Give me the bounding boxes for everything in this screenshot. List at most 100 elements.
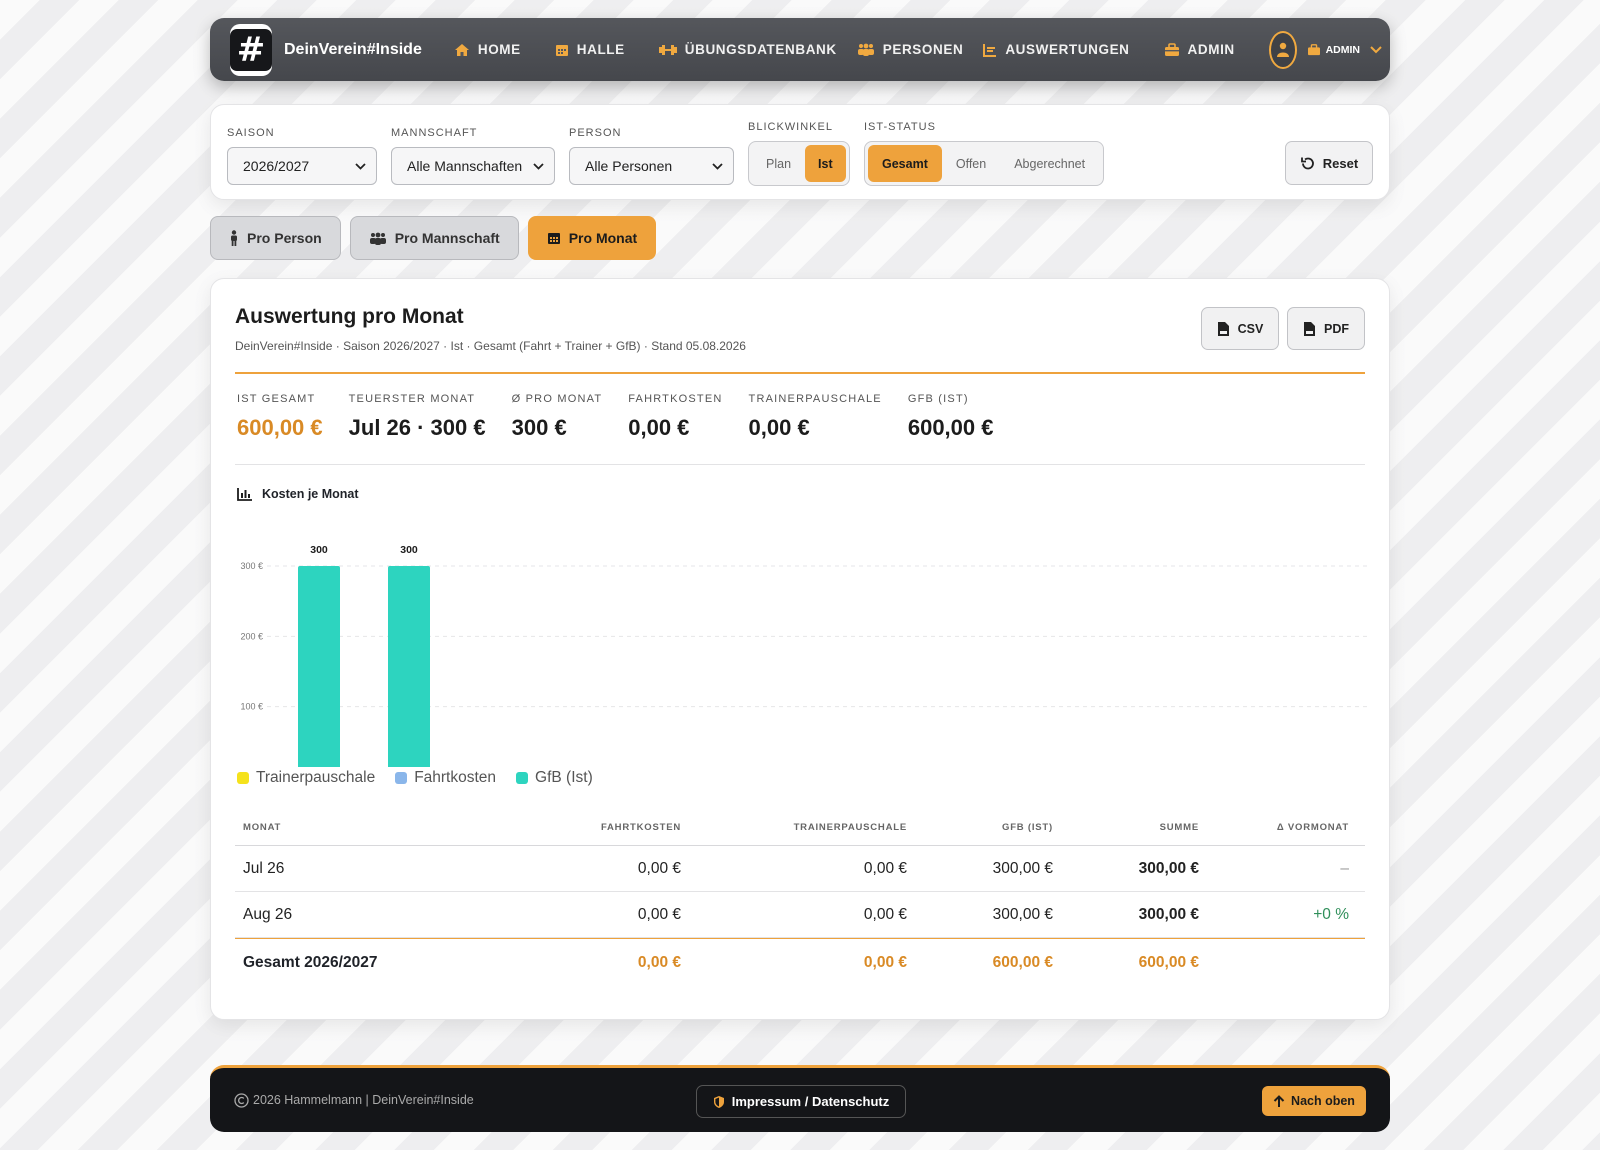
chart-heading: Kosten je Monat: [237, 487, 359, 501]
table-row: Jul 26 0,00 € 0,00 € 300,00 € 300,00 € –: [235, 846, 1365, 892]
ist-status-label: IST-STATUS: [864, 121, 936, 133]
kpi-value: 300 €: [511, 415, 567, 440]
export-csv-label: CSV: [1237, 321, 1264, 336]
bar: [388, 566, 430, 767]
status-gesamt-option[interactable]: Gesamt: [868, 145, 942, 182]
nav-item-uebungsdatenbank[interactable]: ÜBUNGSDATENBANK: [658, 42, 837, 57]
table-cell: 0,00 €: [637, 905, 681, 923]
table-cell: +0 %: [1313, 905, 1349, 923]
nav-item-label: PERSONEN: [882, 42, 964, 57]
reset-button[interactable]: Reset: [1285, 141, 1373, 185]
legend-item-gfb-ist[interactable]: GfB (Ist): [516, 769, 593, 787]
column-header[interactable]: MONAT: [235, 822, 487, 833]
blickwinkel-plan-option[interactable]: Plan: [752, 145, 805, 182]
export-pdf-label: PDF: [1324, 321, 1349, 336]
mannschaft-select[interactable]: Alle Mannschaften: [391, 147, 555, 185]
column-header[interactable]: GFB (IST): [907, 822, 1053, 833]
status-offen-option[interactable]: Offen: [942, 145, 1000, 182]
person-label: PERSON: [569, 127, 622, 139]
back-to-top-button[interactable]: Nach oben: [1262, 1086, 1366, 1116]
chart-title: Kosten je Monat: [262, 487, 359, 501]
chart-legend: Trainerpauschale Fahrtkosten GfB (Ist): [237, 769, 613, 787]
nav-item-label: HALLE: [576, 42, 625, 57]
reset-label: Reset: [1322, 155, 1359, 171]
kpi-label: IST GESAMT: [237, 393, 316, 405]
dumbbell-icon: [658, 44, 677, 55]
saison-value: 2026/2027: [243, 158, 310, 174]
column-header[interactable]: FAHRTKOSTEN: [487, 822, 681, 833]
table-cell: 300,00 €: [992, 859, 1053, 877]
table-cell: 0,00 €: [863, 953, 907, 971]
user-menu[interactable]: ADMIN: [1307, 44, 1382, 56]
kpi-label: GFB (IST): [907, 393, 969, 405]
person-value: Alle Personen: [585, 158, 673, 174]
copyright-icon: [234, 1092, 249, 1108]
imprint-link[interactable]: Impressum / Datenschutz: [696, 1085, 906, 1118]
data-label: 300: [400, 544, 418, 556]
top-navbar: # DeinVerein#Inside HOME HALLE ÜBUNGSDAT…: [210, 18, 1390, 81]
saison-select[interactable]: 2026/2027: [227, 147, 377, 185]
kpi-value: Jul 26 · 300 €: [348, 415, 486, 440]
status-abgerechnet-option[interactable]: Abgerechnet: [1000, 145, 1099, 182]
ist-status-filter: IST-STATUS Gesamt Offen Abgerechnet: [864, 121, 1104, 186]
table-cell: Gesamt 2026/2027: [243, 953, 378, 971]
users-icon: [857, 43, 874, 56]
mannschaft-filter: MANNSCHAFT Alle Mannschaften: [391, 121, 555, 185]
kpi-label: TRAINERPAUSCHALE: [748, 393, 882, 405]
kpi-divider: [235, 464, 1365, 465]
person-icon: [231, 230, 237, 246]
arrow-up-icon: [1273, 1094, 1285, 1107]
legend-swatch: [516, 772, 529, 784]
hash-logo-icon: #: [230, 28, 272, 71]
mannschaft-label: MANNSCHAFT: [391, 127, 478, 139]
nav-item-halle[interactable]: HALLE: [555, 42, 625, 57]
nav-item-label: ÜBUNGSDATENBANK: [684, 42, 837, 57]
user-avatar[interactable]: [1268, 30, 1297, 69]
copyright-text: 2026 Hammelmann | DeinVerein#Inside: [253, 1093, 474, 1107]
pdf-file-icon: [1304, 321, 1315, 336]
export-csv-button[interactable]: CSV: [1201, 307, 1279, 350]
kpi-value: 600,00 €: [907, 415, 994, 440]
kpi-pro-monat: Ø PRO MONAT 300 €: [512, 393, 603, 441]
chevron-down-icon: [712, 162, 723, 170]
export-pdf-button[interactable]: PDF: [1287, 307, 1365, 350]
kpi-row: IST GESAMT 600,00 € TEUERSTER MONAT Jul …: [237, 393, 1019, 441]
logo[interactable]: #: [230, 23, 272, 76]
column-header[interactable]: SUMME: [1053, 822, 1199, 833]
nav-item-home[interactable]: HOME: [454, 42, 521, 57]
csv-file-icon: [1217, 321, 1229, 336]
kpi-label: FAHRTKOSTEN: [628, 393, 723, 405]
view-tabs: Pro Person Pro Mannschaft Pro Monat: [210, 216, 1390, 260]
person-select[interactable]: Alle Personen: [569, 147, 734, 185]
table-cell: 300,00 €: [992, 905, 1053, 923]
toolbox-icon: [1164, 42, 1179, 56]
tab-label: Pro Monat: [568, 230, 638, 246]
user-role-label: ADMIN: [1325, 43, 1360, 56]
nav-item-personen[interactable]: PERSONEN: [857, 42, 964, 57]
footer: 2026 Hammelmann | DeinVerein#Inside Impr…: [210, 1065, 1390, 1132]
report-subtitle: DeinVerein#Inside · Saison 2026/2027 · I…: [235, 339, 746, 353]
kpi-gfb-ist: GFB (IST) 600,00 €: [908, 393, 994, 441]
tab-pro-person[interactable]: Pro Person: [210, 216, 341, 260]
legend-item-fahrtkosten[interactable]: Fahrtkosten: [395, 769, 496, 787]
calendar-icon: [555, 44, 568, 56]
column-header[interactable]: Δ VORMONAT: [1199, 822, 1357, 833]
bar: [298, 566, 340, 767]
report-card: Auswertung pro Monat DeinVerein#Inside ·…: [210, 278, 1390, 1020]
mannschaft-value: Alle Mannschaften: [407, 158, 523, 174]
kpi-label: Ø PRO MONAT: [511, 393, 603, 405]
legend-swatch: [237, 772, 249, 784]
kpi-ist-gesamt: IST GESAMT 600,00 €: [237, 393, 323, 441]
brand-name[interactable]: DeinVerein#Inside: [284, 41, 422, 59]
nav-item-admin[interactable]: ADMIN: [1164, 42, 1235, 57]
legend-item-trainerpauschale[interactable]: Trainerpauschale: [237, 769, 375, 787]
column-header[interactable]: TRAINERPAUSCHALE: [681, 822, 907, 833]
y-tick-label: 200 €: [240, 631, 263, 641]
nav-item-label: ADMIN: [1187, 42, 1235, 57]
toolbox-icon: [1307, 43, 1320, 55]
blickwinkel-ist-option[interactable]: Ist: [805, 145, 846, 182]
filter-bar: SAISON 2026/2027 MANNSCHAFT Alle Mannsch…: [210, 104, 1390, 200]
tab-pro-mannschaft[interactable]: Pro Mannschaft: [349, 216, 519, 260]
nav-item-auswertungen[interactable]: AUSWERTUNGEN: [983, 42, 1129, 57]
tab-pro-monat[interactable]: Pro Monat: [527, 216, 657, 260]
